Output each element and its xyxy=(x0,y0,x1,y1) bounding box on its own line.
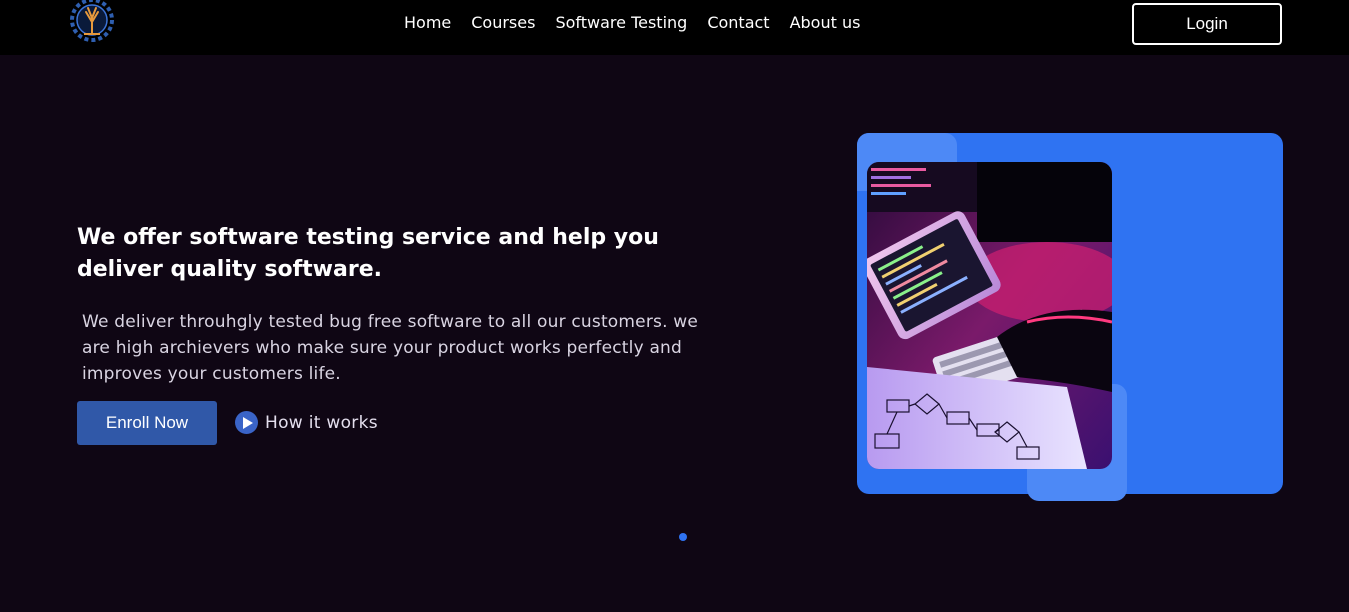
nav-courses[interactable]: Courses xyxy=(471,12,535,34)
hero-photo xyxy=(867,162,1112,469)
how-it-works-link[interactable]: How it works xyxy=(235,410,378,435)
navbar: Home Courses Software Testing Contact Ab… xyxy=(0,0,1349,55)
play-icon xyxy=(235,411,258,434)
nav-home[interactable]: Home xyxy=(404,12,451,34)
main-nav: Home Courses Software Testing Contact Ab… xyxy=(404,12,860,34)
nav-software-testing[interactable]: Software Testing xyxy=(555,12,687,34)
nav-contact[interactable]: Contact xyxy=(707,12,769,34)
enroll-now-button[interactable]: Enroll Now xyxy=(77,401,217,445)
hero-description: We deliver throuhgly tested bug free sof… xyxy=(82,312,699,384)
hero-title: We offer software testing service and he… xyxy=(77,225,659,282)
gear-tree-logo-icon[interactable] xyxy=(68,0,116,44)
nav-about-us[interactable]: About us xyxy=(790,12,861,34)
how-it-works-label: How it works xyxy=(265,412,378,433)
carousel-dot-active[interactable] xyxy=(679,533,687,541)
login-button[interactable]: Login xyxy=(1132,3,1282,45)
